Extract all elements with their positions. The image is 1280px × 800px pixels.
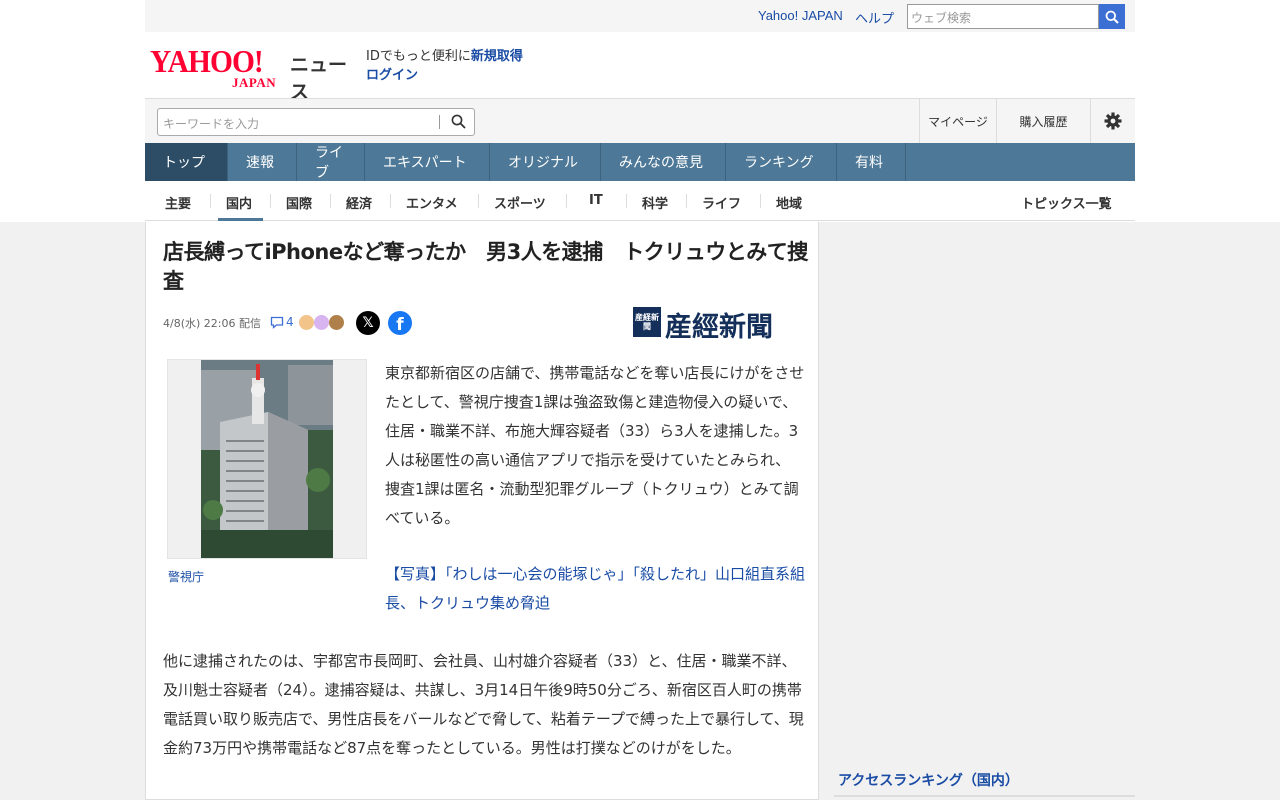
keyword-search-input[interactable]: キーワードを入力 xyxy=(157,108,475,136)
tab-ranking[interactable]: ランキング xyxy=(726,143,837,181)
active-category-indicator xyxy=(218,218,263,221)
divider xyxy=(566,194,567,208)
divider xyxy=(478,194,479,208)
facebook-share-icon[interactable]: f xyxy=(388,311,412,335)
category-economy[interactable]: 経済 xyxy=(346,193,372,212)
comment-icon xyxy=(270,316,284,329)
sidebar-divider xyxy=(834,795,1135,797)
article-lead: 東京都新宿区の店舗で、携帯電話などを奪い店長にけがをさせたとして、警視庁捜査1課… xyxy=(385,364,805,527)
login-link[interactable]: ログイン xyxy=(366,68,418,83)
login-area: IDでもっと便利に新規取得 ログイン xyxy=(366,47,523,85)
search-row: キーワードを入力 マイページ 購入履歴 xyxy=(145,98,1135,143)
category-domestic[interactable]: 国内 xyxy=(226,193,252,212)
category-world[interactable]: 国際 xyxy=(286,193,312,212)
divider xyxy=(760,194,761,208)
yahoo-japan-link[interactable]: Yahoo! JAPAN xyxy=(758,8,843,23)
category-main[interactable]: 主要 xyxy=(165,193,191,212)
gear-icon xyxy=(1104,112,1122,130)
category-nav: 主要 国内 国際 経済 エンタメ スポーツ IT 科学 ライフ 地域 トピックス… xyxy=(145,181,1135,221)
divider xyxy=(390,194,391,208)
reaction-avatar xyxy=(314,315,329,330)
help-link[interactable]: ヘルプ xyxy=(855,8,894,27)
keyword-search-button[interactable] xyxy=(451,114,466,132)
reaction-avatar xyxy=(329,315,344,330)
purchase-history-link[interactable]: 購入履歴 xyxy=(996,99,1090,143)
category-entertainment[interactable]: エンタメ xyxy=(406,193,458,212)
utility-bar: Yahoo! JAPAN ヘルプ ウェブ検索 xyxy=(145,0,1135,32)
tab-expert[interactable]: エキスパート xyxy=(365,143,490,181)
search-icon xyxy=(1105,10,1119,24)
related-photo-link[interactable]: 【写真】「わしは一心会の能塚じゃ」「殺したれ」山口組直系組長、トクリュウ集め脅迫 xyxy=(385,560,805,618)
topics-list-link[interactable]: トピックス一覧 xyxy=(1021,193,1112,212)
yahoo-logo-text: YAHOO! xyxy=(150,43,264,79)
publisher-name: 産經新聞 xyxy=(665,312,773,343)
mypage-link[interactable]: マイページ xyxy=(919,99,996,143)
keyword-placeholder: キーワードを入力 xyxy=(163,117,260,131)
yahoo-news-logo[interactable]: YAHOO! JAPAN ニュース xyxy=(150,43,360,103)
category-science[interactable]: 科学 xyxy=(642,193,668,212)
photo-caption: 警視庁 xyxy=(168,570,205,584)
site-header: YAHOO! JAPAN ニュース IDでもっと便利に新規取得 ログイン xyxy=(145,32,1135,103)
search-divider xyxy=(439,115,440,129)
article-date: 4/8(水) 22:06 xyxy=(163,317,236,330)
tab-top[interactable]: トップ xyxy=(145,143,228,181)
divider xyxy=(270,194,271,208)
search-icon xyxy=(451,114,466,129)
article-body: 他に逮捕されたのは、宇都宮市長岡町、会社員、山村雄介容疑者（33）と、住居・職業… xyxy=(163,652,804,757)
service-name: ニュース xyxy=(290,54,348,103)
yahoo-logo-sub: JAPAN xyxy=(232,75,277,90)
web-search-button[interactable] xyxy=(1099,4,1125,29)
tab-breaking[interactable]: 速報 xyxy=(228,143,297,181)
tab-live[interactable]: ライブ xyxy=(297,143,365,181)
article-title: 店長縛ってiPhoneなど奪ったか 男3人を逮捕 トクリュウとみて捜査 xyxy=(163,240,808,293)
settings-button[interactable] xyxy=(1090,99,1135,143)
divider xyxy=(686,194,687,208)
comment-link[interactable]: 4 xyxy=(270,315,294,329)
category-life[interactable]: ライフ xyxy=(702,193,741,212)
comment-count: 4 xyxy=(286,315,294,329)
tab-paid[interactable]: 有料 xyxy=(837,143,906,181)
category-region[interactable]: 地域 xyxy=(776,193,802,212)
article-delivered: 配信 xyxy=(238,317,261,330)
tab-opinions[interactable]: みんなの意見 xyxy=(601,143,726,181)
photo-image xyxy=(201,360,333,558)
publisher-logo[interactable]: 産経新聞 産經新聞 xyxy=(633,307,803,343)
article-meta: 4/8(水) 22:06 配信 xyxy=(163,315,261,331)
login-prompt: IDでもっと便利に xyxy=(366,49,471,64)
tab-original[interactable]: オリジナル xyxy=(490,143,601,181)
category-sports[interactable]: スポーツ xyxy=(494,193,546,212)
access-ranking-title[interactable]: アクセスランキング（国内） xyxy=(838,770,1019,790)
main-nav: トップ 速報 ライブ エキスパート オリジナル みんなの意見 ランキング 有料 xyxy=(145,143,1135,181)
article-container: 店長縛ってiPhoneなど奪ったか 男3人を逮捕 トクリュウとみて捜査 4/8(… xyxy=(145,222,819,800)
divider xyxy=(330,194,331,208)
x-share-icon[interactable]: 𝕏 xyxy=(356,311,380,335)
reaction-avatar xyxy=(299,315,314,330)
category-it[interactable]: IT xyxy=(589,193,603,208)
divider xyxy=(626,194,627,208)
publisher-logo-box: 産経新聞 xyxy=(633,307,661,337)
register-link[interactable]: 新規取得 xyxy=(471,49,523,64)
web-search-input[interactable]: ウェブ検索 xyxy=(907,4,1099,29)
divider xyxy=(210,194,211,208)
article-photo[interactable] xyxy=(167,359,367,559)
